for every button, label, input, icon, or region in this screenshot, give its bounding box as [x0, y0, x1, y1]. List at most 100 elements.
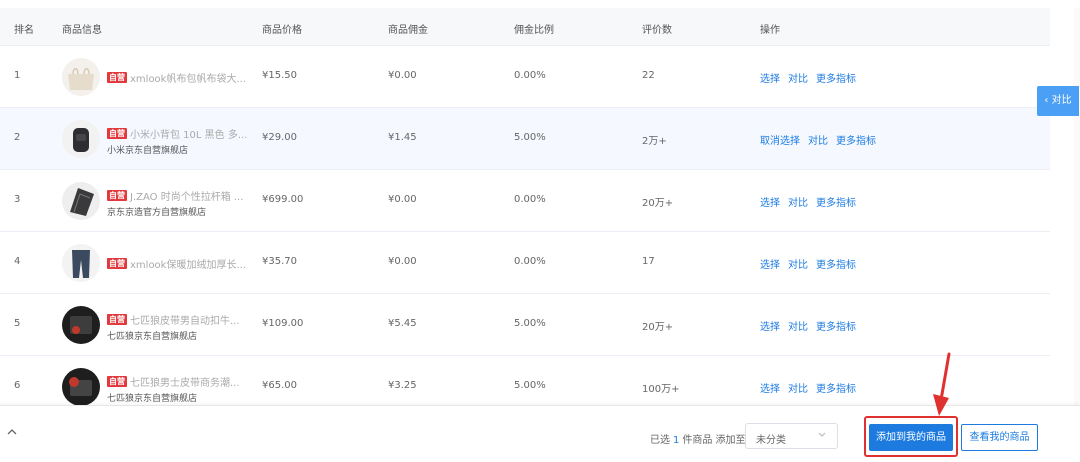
header-commission-rate: 佣金比例: [514, 25, 554, 36]
category-select-value: 未分类: [756, 435, 786, 446]
compare-link[interactable]: 对比: [788, 198, 808, 209]
rank: 3: [14, 194, 21, 205]
header-commission: 商品佣金: [388, 25, 428, 36]
product-thumbnail[interactable]: [62, 368, 100, 406]
product-thumbnail[interactable]: [62, 244, 100, 282]
header-product-info: 商品信息: [62, 25, 102, 36]
self-operated-tag: 自营: [107, 314, 127, 325]
table-row: 6 自营 七匹狼男士皮带商务潮... 七匹狼京东自营旗舰店 ¥65.00 ¥3.2…: [0, 356, 1050, 408]
commission: ¥0.00: [388, 70, 417, 81]
product-name: xmlook帆布包帆布袋大...: [130, 74, 247, 84]
add-to-my-products-button[interactable]: 添加到我的商品: [869, 424, 953, 451]
review-count: 17: [642, 256, 655, 267]
self-operated-tag: 自营: [107, 72, 127, 83]
product-name: xmlook保暖加绒加厚长...: [130, 260, 247, 270]
price: ¥35.70: [262, 256, 297, 267]
select-link[interactable]: 选择: [760, 260, 780, 271]
header-rank: 排名: [14, 25, 34, 36]
more-metrics-link[interactable]: 更多指标: [836, 136, 876, 147]
commission: ¥1.45: [388, 132, 417, 143]
header-price: 商品价格: [262, 25, 302, 36]
row-actions: 选择 对比 更多指标: [760, 194, 864, 209]
product-title[interactable]: 自营 小米小背包 10L 黑色 多...: [107, 126, 247, 140]
more-metrics-link[interactable]: 更多指标: [816, 384, 856, 395]
compare-link[interactable]: 对比: [808, 136, 828, 147]
commission-rate: 0.00%: [514, 256, 546, 267]
product-thumbnail[interactable]: [62, 120, 100, 158]
select-link[interactable]: 选择: [760, 198, 780, 209]
product-title[interactable]: 自营 xmlook帆布包帆布袋大...: [107, 70, 247, 84]
category-select[interactable]: 未分类: [745, 423, 838, 449]
selected-suffix: 件商品 添加至: [682, 435, 746, 446]
self-operated-tag: 自营: [107, 258, 127, 269]
product-title[interactable]: 自营 xmlook保暖加绒加厚长...: [107, 256, 247, 270]
more-metrics-link[interactable]: 更多指标: [816, 74, 856, 85]
compare-side-tab-label: 对比: [1051, 95, 1072, 106]
review-count: 20万+: [642, 198, 674, 209]
table-header: 排名 商品信息 商品价格 商品佣金 佣金比例 评价数 操作: [0, 8, 1050, 46]
product-title[interactable]: 自营 七匹狼皮带男自动扣牛...: [107, 312, 247, 326]
product-title[interactable]: 自营 J.ZAO 时尚个性拉杆箱 ...: [107, 188, 247, 202]
chevron-up-icon[interactable]: [6, 426, 20, 440]
select-link[interactable]: 选择: [760, 74, 780, 85]
product-name: 小米小背包 10L 黑色 多...: [130, 130, 247, 140]
self-operated-tag: 自营: [107, 376, 127, 387]
view-my-products-button[interactable]: 查看我的商品: [961, 424, 1038, 451]
header-review-count: 评价数: [642, 25, 672, 36]
table-row: 4 自营 xmlook保暖加绒加厚长... ¥35.70 ¥0.00 0.00% …: [0, 232, 1050, 294]
product-thumbnail[interactable]: [62, 182, 100, 220]
selected-count-text: 已选 1 件商品 添加至: [650, 431, 746, 446]
product-name: J.ZAO 时尚个性拉杆箱 ...: [130, 192, 244, 202]
shop-name: 七匹狼京东自营旗舰店: [107, 394, 198, 404]
price: ¥109.00: [262, 318, 304, 329]
commission: ¥5.45: [388, 318, 417, 329]
more-metrics-link[interactable]: 更多指标: [816, 198, 856, 209]
price: ¥699.00: [262, 194, 304, 205]
commission-rate: 0.00%: [514, 70, 546, 81]
more-metrics-link[interactable]: 更多指标: [816, 322, 856, 333]
product-name: 七匹狼男士皮带商务潮...: [130, 378, 240, 388]
commission-rate: 0.00%: [514, 194, 546, 205]
select-link[interactable]: 选择: [760, 384, 780, 395]
select-link[interactable]: 选择: [760, 322, 780, 333]
chevron-down-icon: [817, 429, 827, 442]
compare-link[interactable]: 对比: [788, 322, 808, 333]
review-count: 20万+: [642, 322, 674, 333]
selected-prefix: 已选: [650, 435, 670, 446]
header-actions: 操作: [760, 25, 780, 36]
deselect-link[interactable]: 取消选择: [760, 136, 800, 147]
rank: 5: [14, 318, 21, 329]
product-title[interactable]: 自营 七匹狼男士皮带商务潮...: [107, 374, 247, 388]
price: ¥29.00: [262, 132, 297, 143]
review-count: 100万+: [642, 384, 680, 395]
table-row: 3 自营 J.ZAO 时尚个性拉杆箱 ... 京东京造官方自营旗舰店 ¥699.0…: [0, 170, 1050, 232]
row-actions: 选择 对比 更多指标: [760, 256, 864, 271]
compare-link[interactable]: 对比: [788, 260, 808, 271]
compare-link[interactable]: 对比: [788, 74, 808, 85]
self-operated-tag: 自营: [107, 128, 127, 139]
more-metrics-link[interactable]: 更多指标: [816, 260, 856, 271]
commission: ¥0.00: [388, 256, 417, 267]
product-selection-page: 排名 商品信息 商品价格 商品佣金 佣金比例 评价数 操作 1 自营 xmlook…: [0, 0, 1080, 462]
vertical-scrollbar[interactable]: [1074, 8, 1080, 408]
self-operated-tag: 自营: [107, 190, 127, 201]
row-actions: 取消选择 对比 更多指标: [760, 132, 884, 147]
price: ¥65.00: [262, 380, 297, 391]
compare-side-tab[interactable]: ‹ 对比: [1037, 86, 1079, 116]
row-actions: 选择 对比 更多指标: [760, 380, 864, 395]
rank: 6: [14, 380, 21, 391]
review-count: 2万+: [642, 136, 667, 147]
row-actions: 选择 对比 更多指标: [760, 318, 864, 333]
table-row: 2 自营 小米小背包 10L 黑色 多... 小米京东自营旗舰店 ¥29.00 ¥…: [0, 108, 1050, 170]
table-row: 5 自营 七匹狼皮带男自动扣牛... 七匹狼京东自营旗舰店 ¥109.00 ¥5.…: [0, 294, 1050, 356]
product-thumbnail[interactable]: [62, 58, 100, 96]
price: ¥15.50: [262, 70, 297, 81]
compare-link[interactable]: 对比: [788, 384, 808, 395]
row-actions: 选择 对比 更多指标: [760, 70, 864, 85]
product-thumbnail[interactable]: [62, 306, 100, 344]
annotation-arrow-icon: [933, 352, 951, 416]
product-name: 七匹狼皮带男自动扣牛...: [130, 316, 240, 326]
rank: 2: [14, 132, 21, 143]
commission-rate: 5.00%: [514, 380, 546, 391]
shop-name: 小米京东自营旗舰店: [107, 146, 189, 156]
